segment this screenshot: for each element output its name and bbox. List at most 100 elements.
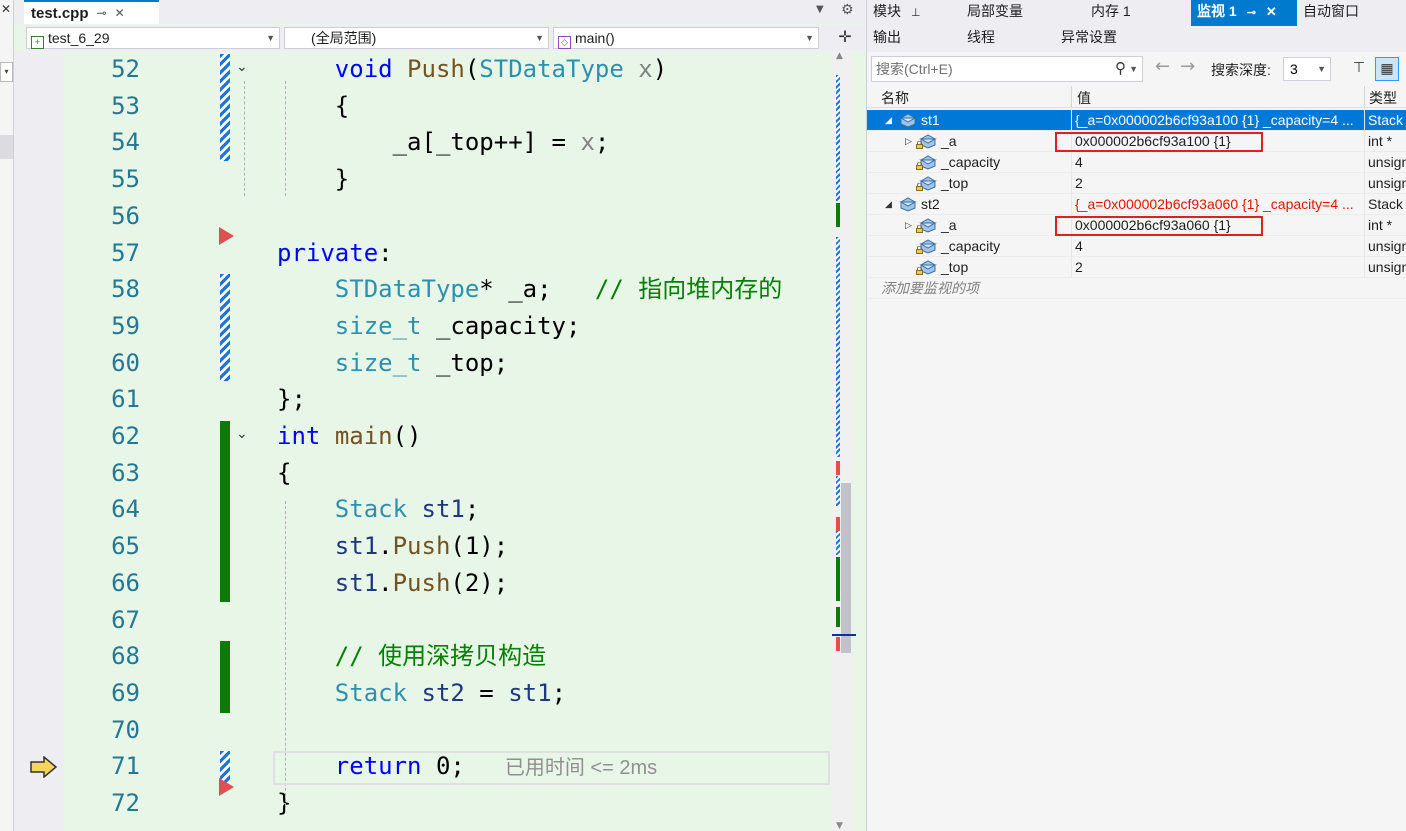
code-line[interactable]: 53 {	[14, 88, 834, 125]
tab-memory-1[interactable]: 内存 1	[1085, 0, 1185, 26]
tab-exception-settings[interactable]: 异常设置	[1055, 26, 1175, 52]
navigation-bar: + test_6_29 ▼ (全局范围) ▼ ◇ main() ▼ ✛	[26, 25, 866, 51]
code-line[interactable]: 56	[14, 198, 834, 235]
tab-test-cpp[interactable]: test.cpp ⊸ ✕	[24, 0, 159, 24]
code-line[interactable]: 63 {	[14, 455, 834, 492]
watch-value[interactable]: 4	[1075, 236, 1363, 257]
line-number: 67	[111, 605, 140, 634]
code-line[interactable]: 62 int main()	[14, 418, 834, 455]
watch-value[interactable]: 2	[1075, 257, 1363, 278]
tab-list-dropdown-icon[interactable]: ▼	[816, 4, 824, 15]
tab-threads[interactable]: 线程	[961, 26, 1051, 52]
close-icon[interactable]: ✕	[115, 6, 125, 20]
watch-row[interactable]: ◢ st2 {_a=0x000002b6cf93a060 {1} _capacity…	[867, 194, 1406, 215]
code-line[interactable]: 66 st1.Push(2);	[14, 565, 834, 602]
highlight-box	[1055, 132, 1263, 152]
code-text: st1.Push(1);	[277, 528, 508, 564]
search-depth-label: 搜索深度:	[1211, 62, 1271, 78]
dropdown-icon[interactable]: ▾	[0, 62, 13, 82]
member-combo[interactable]: ◇ main() ▼	[553, 27, 819, 49]
code-line[interactable]: 52 void Push(STDataType x)	[14, 51, 834, 88]
collapsed-arrow-icon[interactable]: ▷	[905, 215, 912, 236]
code-area[interactable]: 52 void Push(STDataType x) 53 {54 _a[_top…	[14, 51, 866, 831]
code-line[interactable]: 67	[14, 602, 834, 639]
code-line[interactable]: 59 size_t _capacity;	[14, 308, 834, 345]
watch-row[interactable]: _capacity 4 unsigned	[867, 236, 1406, 257]
code-line[interactable]: 64 Stack st1;	[14, 491, 834, 528]
column-separator[interactable]	[1071, 86, 1072, 108]
breakpoint-marker[interactable]	[219, 227, 234, 245]
collapse-icon[interactable]: ⌄	[236, 59, 248, 75]
column-type[interactable]: 类型	[1369, 88, 1397, 108]
search-nav-arrows-icon[interactable]: ←→	[1155, 56, 1205, 77]
tab-label: 输出	[873, 29, 901, 45]
code-line[interactable]: 68 // 使用深拷贝构造	[14, 638, 834, 675]
split-view-icon[interactable]: ✛	[834, 27, 856, 49]
watch-value[interactable]: {_a=0x000002b6cf93a100 {1} _capacity=4 .…	[1075, 110, 1363, 131]
column-separator[interactable]	[1364, 86, 1365, 108]
pin-icon[interactable]: ⊥	[911, 7, 921, 19]
code-token: {	[277, 91, 350, 120]
code-text: void Push(STDataType x)	[277, 51, 667, 87]
tab-autos[interactable]: 自动窗口	[1297, 0, 1406, 26]
watch-row[interactable]: ◢ st1 {_a=0x000002b6cf93a100 {1} _capacity…	[867, 110, 1406, 131]
gear-icon[interactable]: ⚙	[841, 2, 854, 18]
scroll-down-icon[interactable]: ▼	[836, 821, 843, 831]
breakpoint-marker[interactable]	[219, 778, 234, 796]
collapsed-arrow-icon[interactable]: ▷	[905, 131, 912, 152]
code-line[interactable]: 69 Stack st2 = st1;	[14, 675, 834, 712]
code-token: Stack	[334, 678, 408, 707]
search-input[interactable]: 搜索(Ctrl+E) ⚲ ▼	[871, 56, 1143, 82]
code-token: _capacity;	[421, 311, 581, 340]
watch-value[interactable]: 2	[1075, 173, 1363, 194]
search-icon[interactable]: ⚲	[1115, 57, 1126, 81]
code-line[interactable]: 65 st1.Push(1);	[14, 528, 834, 565]
code-line[interactable]: 70	[14, 712, 834, 749]
expanded-arrow-icon[interactable]: ◢	[885, 110, 892, 131]
scroll-breakpoint-mark	[836, 637, 840, 651]
code-line[interactable]: 57 private:	[14, 235, 834, 272]
chevron-down-icon[interactable]: ▼	[1129, 57, 1138, 81]
column-name[interactable]: 名称	[881, 88, 909, 108]
watch-row[interactable]: _top 2 unsigned	[867, 257, 1406, 278]
expanded-arrow-icon[interactable]: ◢	[885, 194, 892, 215]
vertical-scrollbar[interactable]: ▲ ▼	[832, 51, 852, 831]
code-token: .	[378, 532, 393, 561]
collapse-icon[interactable]: ⌄	[236, 426, 248, 442]
close-icon[interactable]: ✕	[1, 2, 11, 16]
code-line[interactable]: 60 size_t _top;	[14, 345, 834, 382]
tab-watch-1[interactable]: 监视 1 ⊸ ✕	[1191, 0, 1297, 26]
tab-locals[interactable]: 局部变量	[961, 0, 1076, 26]
scope-combo[interactable]: (全局范围) ▼	[284, 27, 549, 49]
pin-icon[interactable]: ⊸	[97, 6, 107, 20]
watch-value[interactable]: 4	[1075, 152, 1363, 173]
scroll-up-icon[interactable]: ▲	[836, 51, 843, 61]
pin-source-icon[interactable]: ⊤	[1347, 57, 1371, 81]
search-depth-combo[interactable]: 3 ▼	[1283, 57, 1331, 81]
column-value[interactable]: 值	[1077, 88, 1091, 108]
project-combo[interactable]: + test_6_29 ▼	[26, 27, 280, 49]
code-line[interactable]: 54 _a[_top++] = x;	[14, 124, 834, 161]
tab-modules[interactable]: 模块 ⊥	[867, 0, 957, 26]
selected-item[interactable]	[0, 135, 13, 159]
code-line[interactable]: 58 STDataType* _a; // 指向堆内存的	[14, 271, 834, 308]
line-number: 63	[111, 458, 140, 487]
pin-icon[interactable]: ⊸	[1247, 7, 1256, 19]
instruction-pointer-icon[interactable]	[30, 756, 58, 778]
line-number: 64	[111, 495, 140, 524]
code-token: STDataType	[479, 55, 624, 83]
close-icon[interactable]: ✕	[1266, 4, 1277, 19]
code-line[interactable]: 55 }	[14, 161, 834, 198]
watch-row[interactable]: _capacity 4 unsigned	[867, 152, 1406, 173]
code-line[interactable]: 72}	[14, 785, 834, 822]
scroll-thumb[interactable]	[841, 483, 851, 653]
code-text: {	[277, 455, 291, 491]
watch-row[interactable]: _top 2 unsigned	[867, 173, 1406, 194]
view-mode-icon[interactable]: ▦	[1375, 57, 1399, 81]
add-watch-row[interactable]: 添加要监视的项	[867, 278, 1406, 299]
watch-value[interactable]: {_a=0x000002b6cf93a060 {1} _capacity=4 .…	[1075, 194, 1363, 215]
code-line[interactable]: 61};	[14, 381, 834, 418]
tab-output[interactable]: 输出	[867, 26, 957, 52]
chevron-down-icon: ▼	[1317, 64, 1326, 74]
